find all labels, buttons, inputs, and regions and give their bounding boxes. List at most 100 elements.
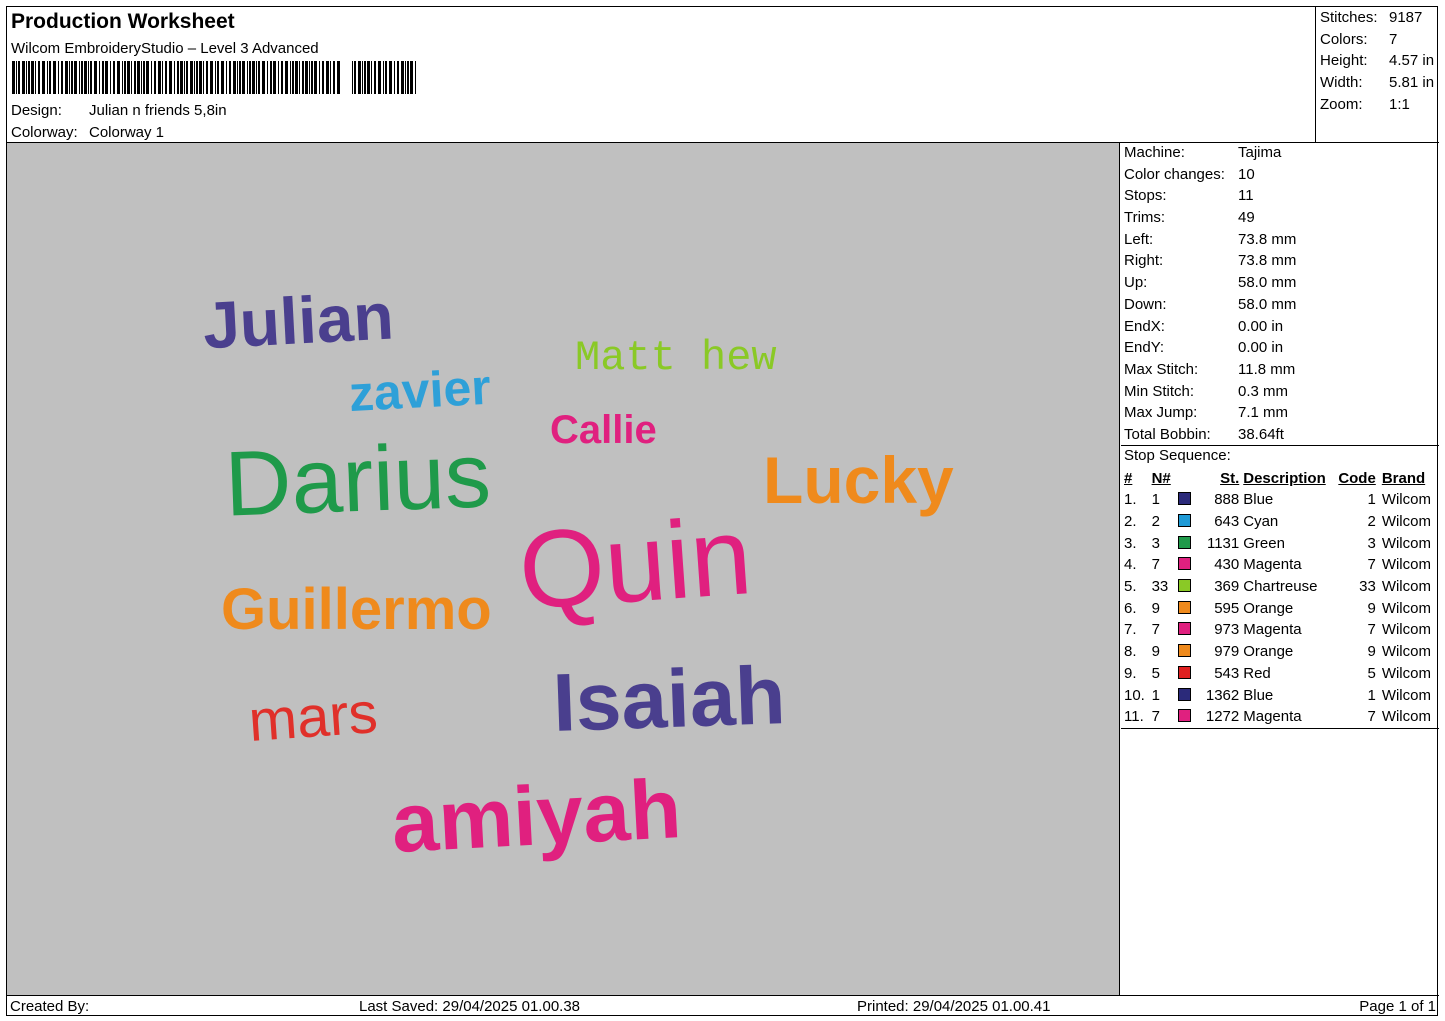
barcode-bar [410, 61, 413, 94]
barcode-bar [362, 61, 363, 94]
column-header-stitches: St. [1220, 470, 1240, 487]
barcode-bar [110, 61, 111, 94]
needle-number: 1 [1151, 686, 1160, 704]
barcode-bar [247, 61, 248, 94]
barcode-bar [79, 61, 80, 94]
colorway-value: Colorway 1 [89, 124, 165, 141]
barcode-bar [127, 61, 130, 94]
info-label: Max Stitch: [1124, 360, 1199, 378]
info-label: Right: [1124, 252, 1164, 270]
needle-number: 7 [1151, 556, 1160, 574]
table-row: 4. 7 430 Magenta 7 Wilcom [1121, 554, 1437, 576]
design-name-matthew: Matt hew [575, 334, 777, 382]
needle-number: 3 [1151, 534, 1160, 552]
info-row: Max Jump: 7.1 mm [1124, 404, 1439, 426]
barcode-bar [354, 61, 356, 94]
color-swatch-cell [1178, 511, 1196, 533]
barcode-bar [180, 61, 183, 94]
stitch-count: 595 [1214, 599, 1240, 617]
thread-code: 33 [1359, 578, 1376, 596]
barcode-bar [215, 61, 216, 94]
info-label: EndY: [1124, 339, 1165, 357]
table-row: 11. 7 1272 Magenta 7 Wilcom [1121, 706, 1437, 728]
barcode-bar [186, 61, 188, 94]
stitch-count: 979 [1214, 643, 1240, 661]
barcode-bar [249, 61, 251, 94]
stop-index: 10. [1124, 686, 1145, 704]
info-value: 11.8 mm [1238, 360, 1296, 378]
barcode-bar [299, 61, 300, 94]
info-value: 11 [1238, 187, 1254, 205]
stitch-count: 973 [1214, 621, 1240, 639]
stitch-count: 888 [1214, 491, 1240, 509]
info-label: Down: [1124, 295, 1167, 313]
info-row: Right: 73.8 mm [1124, 252, 1439, 274]
stop-index: 6. [1124, 599, 1137, 617]
thread-description: Magenta [1243, 708, 1302, 726]
barcode-bar [383, 61, 384, 94]
column-header-index: # [1124, 470, 1133, 487]
barcode-bar [53, 61, 56, 94]
needle-number: 1 [1151, 491, 1160, 509]
info-row: Down: 58.0 mm [1124, 296, 1439, 318]
stat-row: Zoom: 1:1 [1320, 96, 1439, 118]
color-swatch [1178, 579, 1192, 593]
barcode-bar [374, 61, 376, 94]
barcode-bar [162, 61, 163, 94]
table-row: 8. 9 979 Orange 9 Wilcom [1121, 641, 1437, 663]
barcode-bar [217, 61, 219, 94]
barcode-bar [94, 61, 97, 94]
info-label: Max Jump: [1124, 404, 1198, 422]
stop-index: 7. [1124, 621, 1137, 639]
barcode-bar [190, 61, 193, 94]
info-label: Color changes: [1124, 165, 1225, 183]
info-value: 58.0 mm [1238, 295, 1297, 313]
barcode-bar [305, 61, 308, 94]
design-name-mars: mars [246, 680, 379, 754]
barcode-bar [371, 61, 372, 94]
barcode-bar [322, 61, 324, 94]
stat-value: 7 [1389, 30, 1398, 48]
info-value: 73.8 mm [1238, 252, 1297, 270]
thread-description: Cyan [1243, 513, 1279, 531]
stop-index: 1. [1124, 491, 1137, 509]
barcode-bar [397, 61, 399, 94]
barcode-bar [367, 61, 370, 94]
color-swatch [1178, 687, 1192, 701]
barcode-bar [229, 61, 231, 94]
thread-description: Magenta [1243, 556, 1302, 574]
thread-code: 3 [1367, 534, 1376, 552]
info-label: Stops: [1124, 187, 1167, 205]
design-name-row: Design: Julian n friends 5,8in [11, 102, 227, 119]
barcode-bar [385, 61, 387, 94]
barcode-bar [352, 61, 353, 94]
barcode-bar [58, 61, 59, 94]
thread-brand: Wilcom [1381, 491, 1431, 509]
barcode-bar [302, 61, 304, 94]
color-swatch-cell [1178, 554, 1196, 576]
barcode-bar [146, 61, 149, 94]
info-value: 0.3 mm [1238, 382, 1289, 400]
barcode-bar [102, 61, 104, 94]
info-label: Left: [1124, 230, 1154, 248]
color-swatch [1178, 644, 1192, 658]
color-swatch-cell [1178, 641, 1196, 663]
barcode-bar [199, 61, 202, 94]
barcode-bar [242, 61, 245, 94]
barcode-bar [18, 61, 20, 94]
thread-description: Orange [1243, 599, 1294, 617]
color-swatch-cell [1178, 684, 1196, 706]
table-row: 5. 33 369 Chartreuse 33 Wilcom [1121, 576, 1437, 598]
color-swatch-cell [1178, 489, 1196, 511]
design-name-zavier: zavier [347, 359, 492, 422]
stitch-count: 369 [1214, 578, 1240, 596]
design-name-darius: Darius [223, 424, 492, 535]
barcode-bar [117, 61, 120, 94]
barcode-image [12, 61, 416, 94]
barcode-bar [256, 61, 257, 94]
stop-index: 11. [1124, 708, 1144, 726]
barcode-bar [131, 61, 132, 94]
stat-label: Stitches: [1320, 9, 1378, 26]
barcode-bar [233, 61, 236, 94]
color-swatch [1178, 665, 1192, 679]
